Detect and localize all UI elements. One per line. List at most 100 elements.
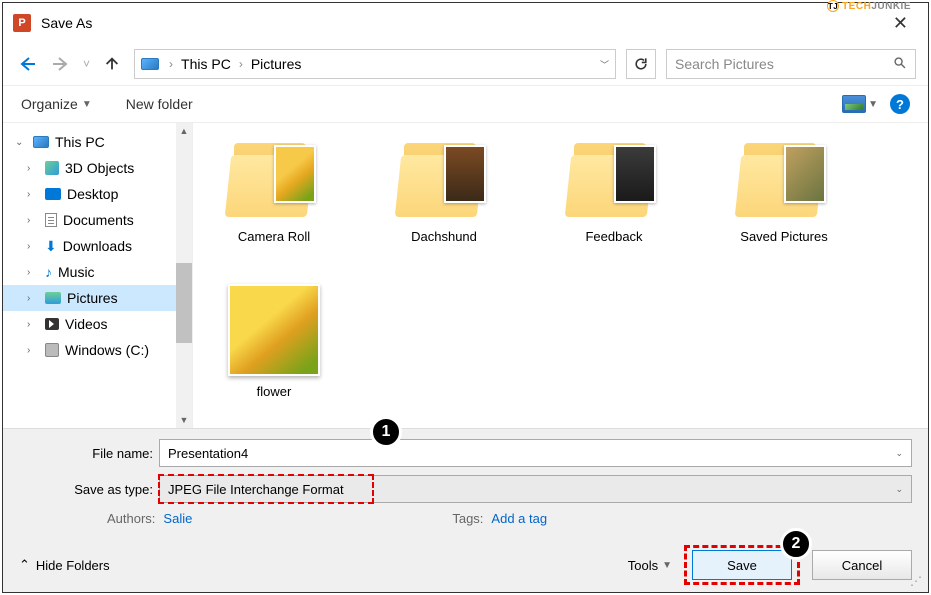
filename-label: File name: [19, 446, 159, 461]
download-icon: ⬇ [45, 238, 57, 255]
tree-item-videos[interactable]: › Videos [3, 311, 192, 337]
nav-back-button[interactable] [15, 52, 39, 76]
tree-item-3d-objects[interactable]: › 3D Objects [3, 155, 192, 181]
folder-item-saved-pictures[interactable]: Saved Pictures [719, 139, 849, 244]
save-button[interactable]: Save [692, 550, 792, 580]
nav-row: ˅ › This PC › Pictures ﹀ Search Pictures [3, 43, 928, 85]
hide-folders-button[interactable]: ⌃ Hide Folders [19, 557, 110, 573]
expand-icon[interactable]: › [27, 215, 39, 226]
item-label: Dachshund [411, 229, 477, 244]
tree-label: Documents [63, 212, 134, 228]
expand-icon[interactable]: › [27, 189, 39, 200]
filename-input[interactable]: Presentation4 ⌄ [159, 439, 912, 467]
breadcrumb-this-pc[interactable]: This PC [181, 56, 231, 72]
tags-label: Tags: [452, 511, 483, 526]
organize-button[interactable]: Organize▼ [21, 96, 92, 112]
search-input[interactable]: Search Pictures [666, 49, 916, 79]
tree-label: Music [58, 264, 95, 280]
content-pane[interactable]: Camera Roll Dachshund Feedback Saved Pic… [193, 123, 928, 428]
nav-history-dropdown[interactable]: ˅ [83, 57, 90, 71]
expand-icon[interactable]: › [27, 319, 39, 330]
address-bar[interactable]: › This PC › Pictures ﹀ [134, 49, 616, 79]
item-label: Saved Pictures [740, 229, 827, 244]
tree-label: Pictures [67, 290, 118, 306]
search-icon [893, 56, 907, 73]
folder-item-camera-roll[interactable]: Camera Roll [209, 139, 339, 244]
pc-icon [33, 136, 49, 148]
view-menu[interactable]: ▼ [842, 95, 878, 113]
search-placeholder: Search Pictures [675, 56, 774, 72]
pictures-icon [45, 292, 61, 304]
view-icon [842, 95, 866, 113]
image-thumbnail [228, 284, 320, 376]
chevron-right-icon[interactable]: › [239, 57, 243, 71]
item-label: flower [257, 384, 292, 399]
expand-icon[interactable]: › [27, 163, 39, 174]
titlebar: P Save As ✕ [3, 3, 928, 43]
scroll-up-button[interactable]: ▲ [176, 123, 192, 139]
videos-icon [45, 318, 59, 330]
powerpoint-icon: P [13, 14, 31, 32]
bottom-panel: File name: Presentation4 ⌄ Save as type:… [3, 428, 928, 592]
folder-icon [738, 139, 830, 221]
this-pc-icon [141, 56, 161, 72]
music-icon: ♪ [45, 264, 52, 280]
folder-icon [568, 139, 660, 221]
chevron-down-icon: ▼ [662, 560, 672, 571]
expand-icon[interactable]: › [27, 267, 39, 278]
expand-icon[interactable]: › [27, 345, 39, 356]
resize-grip-icon[interactable]: ⋰ [910, 574, 922, 586]
scrollbar-thumb[interactable] [176, 263, 192, 343]
new-folder-button[interactable]: New folder [126, 96, 193, 112]
filename-dropdown-icon[interactable]: ⌄ [895, 448, 903, 459]
tree-item-this-pc[interactable]: ⌄ This PC [3, 129, 192, 155]
savetype-label: Save as type: [19, 482, 159, 497]
annotation-number-1: 1 [370, 416, 402, 448]
expand-icon[interactable]: › [27, 293, 39, 304]
tree-item-pictures[interactable]: › Pictures [3, 285, 192, 311]
tree-item-downloads[interactable]: › ⬇ Downloads [3, 233, 192, 259]
watermark-icon: TJ [827, 0, 839, 12]
folder-item-feedback[interactable]: Feedback [549, 139, 679, 244]
tree-label: Desktop [67, 186, 118, 202]
nav-forward-button[interactable] [49, 52, 73, 76]
close-button[interactable]: ✕ [883, 9, 918, 38]
folder-icon [228, 139, 320, 221]
filename-value: Presentation4 [168, 446, 248, 461]
savetype-dropdown[interactable]: JPEG File Interchange Format ⌄ [159, 475, 912, 503]
tree-label: This PC [55, 134, 105, 150]
chevron-right-icon[interactable]: › [169, 57, 173, 71]
savetype-dropdown-icon[interactable]: ⌄ [895, 484, 903, 495]
address-dropdown-icon[interactable]: ﹀ [600, 58, 609, 71]
desktop-icon [45, 188, 61, 200]
cube-icon [45, 161, 59, 175]
annotation-number-2: 2 [780, 528, 812, 560]
tree-item-windows-c[interactable]: › Windows (C:) [3, 337, 192, 363]
tree-item-documents[interactable]: › Documents [3, 207, 192, 233]
file-item-flower[interactable]: flower [209, 284, 339, 399]
scroll-down-button[interactable]: ▼ [176, 412, 192, 428]
expand-icon[interactable]: ⌄ [15, 137, 27, 148]
savetype-value: JPEG File Interchange Format [168, 482, 344, 497]
expand-icon[interactable]: › [27, 241, 39, 252]
tags-value[interactable]: Add a tag [491, 511, 547, 526]
tree-item-music[interactable]: › ♪ Music [3, 259, 192, 285]
dialog-window: P Save As ✕ ˅ › This PC › Pictures ﹀ Se [2, 2, 929, 593]
nav-up-button[interactable] [100, 52, 124, 76]
folder-icon [398, 139, 490, 221]
cancel-button[interactable]: Cancel [812, 550, 912, 580]
refresh-button[interactable] [626, 49, 656, 79]
watermark: TJ TECHJUNKIE [827, 0, 911, 12]
breadcrumb-pictures[interactable]: Pictures [251, 56, 302, 72]
folder-tree: ▲ ⌄ This PC › 3D Objects › Desktop › Doc… [3, 123, 193, 428]
watermark-text: TECHJUNKIE [842, 1, 911, 12]
item-label: Feedback [585, 229, 642, 244]
item-label: Camera Roll [238, 229, 310, 244]
disk-icon [45, 343, 59, 357]
tree-item-desktop[interactable]: › Desktop [3, 181, 192, 207]
tools-menu[interactable]: Tools ▼ [628, 558, 672, 573]
tree-label: Downloads [63, 238, 132, 254]
authors-value[interactable]: Salie [163, 511, 192, 526]
folder-item-dachshund[interactable]: Dachshund [379, 139, 509, 244]
help-button[interactable]: ? [890, 94, 910, 114]
